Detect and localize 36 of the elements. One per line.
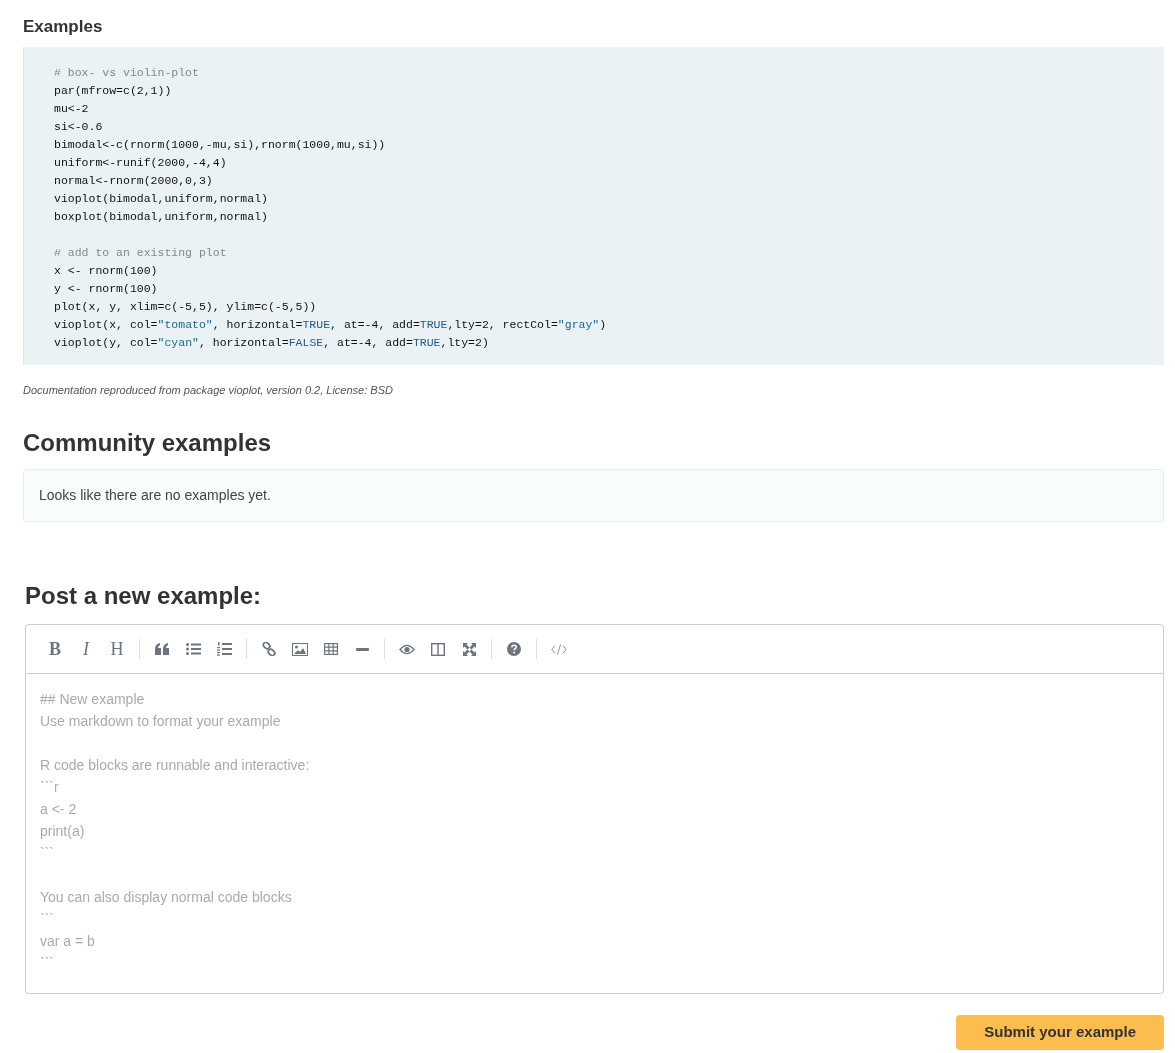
eye-icon: [399, 643, 415, 655]
help-icon: [507, 642, 521, 656]
code-line: mu<-2: [54, 101, 89, 115]
code-line: bimodal<-c(rnorm(1000,-mu,si),rnorm(1000,mu,si)): [54, 137, 386, 151]
section-heading: Post a new example:: [25, 581, 262, 611]
submit-button[interactable]: Submit your example: [956, 1015, 1164, 1050]
bulleted-list-icon: [185, 643, 201, 655]
code-line: uniform<-runif(2000,-4,4): [54, 155, 227, 169]
code-line: par(mfrow=c(2,1)): [54, 83, 172, 97]
caption: Documentation reproduced from package vioplot, version 0.2, License: BSD: [23, 382, 393, 398]
editor-field[interactable]: ## New example Use markdown to format your example R code blocks are runnable and interactive: ```r a <- 2 print(a) ``` You can also display normal code blocks ``` var a = b ```: [25, 674, 1164, 994]
italic-button[interactable]: I: [71, 634, 101, 664]
chain-link-icon: [262, 642, 276, 656]
section-heading: Examples: [23, 16, 103, 38]
fullscreen-icon: [462, 642, 476, 656]
split-view-icon: [431, 642, 445, 656]
quote-icon: [155, 643, 169, 655]
code-comment: # add to an existing plot: [54, 245, 227, 259]
code-line: vioplot(bimodal,uniform,normal): [54, 191, 268, 205]
image-icon: [292, 642, 308, 656]
section-heading: Community examples: [23, 428, 272, 458]
code-line: y <- rnorm(100): [54, 281, 158, 295]
code-comment: # box- vs violin-plot: [54, 65, 199, 79]
code-line: boxplot(bimodal,uniform,normal): [54, 209, 268, 223]
bold-button[interactable]: B: [40, 634, 70, 664]
code-line: si<-0.6: [54, 119, 103, 133]
code-line: plot(x, y, xlim=c(-5,5), ylim=c(-5,5)): [54, 299, 317, 313]
code-line: x <- rnorm(100): [54, 263, 158, 277]
code-icon: [551, 643, 567, 655]
code-line: vioplot(x, col="tomato", horizontal=TRUE, at=-4, add=TRUE,lty=2, rectCol="gray"): [54, 317, 607, 331]
code-line: vioplot(y, col="cyan", horizontal=FALSE, at=-4, add=TRUE,lty=2): [54, 335, 489, 349]
code-line: normal<-rnorm(2000,0,3): [54, 173, 213, 187]
table-icon: [324, 643, 338, 655]
heading-button[interactable]: H: [102, 634, 132, 664]
empty-message: Looks like there are no examples yet.: [39, 486, 271, 505]
numbered-list-icon: [216, 642, 232, 656]
